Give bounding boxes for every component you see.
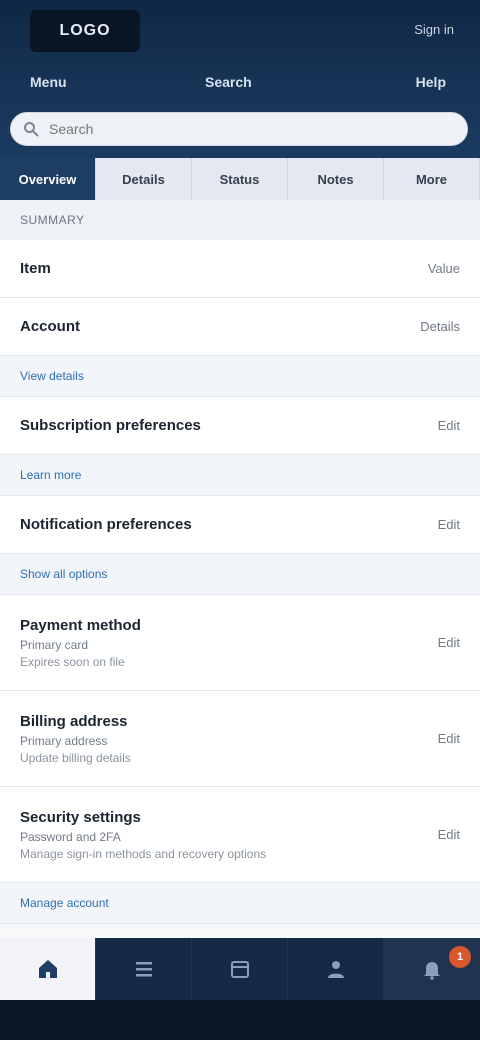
list-item-description: Expires soon on file — [20, 654, 125, 669]
notification-badge: 1 — [449, 946, 471, 968]
main-content: Summary Item Value Account Details View … — [0, 200, 480, 938]
nav-menu[interactable]: Menu — [30, 74, 67, 90]
list-item-description: Update billing details — [20, 750, 131, 765]
user-icon — [327, 961, 344, 978]
tab-overview[interactable]: Overview — [0, 158, 96, 200]
list-item[interactable]: Item Value — [0, 240, 480, 298]
list-item-title: Payment method — [20, 616, 141, 634]
list-item[interactable]: Payment method Primary card Expires soon… — [0, 595, 480, 691]
list-item[interactable]: Subscription preferences Edit — [0, 397, 480, 455]
app-root: LOGO Sign in Menu Search Help Overview D… — [0, 0, 480, 1040]
list-item[interactable]: Billing address Primary address Update b… — [0, 691, 480, 787]
view-details-link[interactable]: View details — [0, 356, 480, 397]
tab-more[interactable]: More — [384, 158, 480, 200]
tab-details[interactable]: Details — [96, 158, 192, 200]
tab-notes[interactable]: Notes — [288, 158, 384, 200]
list-item-value: Edit — [437, 418, 460, 433]
list-item-value: Edit — [437, 635, 460, 650]
list-item-subtitle: Password and 2FA — [20, 829, 121, 844]
list-item-value: Edit — [437, 827, 460, 842]
section-title: Summary — [0, 200, 480, 240]
nav-search[interactable]: Search — [205, 74, 252, 90]
manage-account-link[interactable]: Manage account — [0, 883, 480, 924]
list-item-subtitle: Primary card — [20, 637, 89, 652]
bottom-nav-notifications[interactable]: 1 — [384, 938, 480, 1000]
bottom-nav-calendar[interactable] — [192, 938, 288, 1000]
list-item-title: Item — [20, 260, 51, 277]
search-input[interactable] — [47, 120, 455, 138]
list-item[interactable]: Account Details — [0, 298, 480, 356]
list-item-value: Value — [427, 261, 460, 276]
system-nav-bar — [0, 1000, 480, 1040]
bottom-nav-list[interactable] — [96, 938, 192, 1000]
search-icon — [24, 122, 39, 137]
list-item-title: Notification preferences — [20, 516, 192, 533]
search-bar[interactable] — [10, 112, 468, 146]
list-item-title: Security settings — [20, 808, 141, 826]
bottom-nav-home[interactable] — [0, 938, 96, 1000]
calendar-icon — [230, 961, 249, 978]
list-item-value: Details — [420, 319, 460, 334]
list-item-title: Account — [20, 318, 80, 335]
show-all-link[interactable]: Show all options — [0, 554, 480, 595]
list-item[interactable]: Security settings Password and 2FA Manag… — [0, 787, 480, 883]
tab-bar: Overview Details Status Notes More — [0, 158, 480, 200]
list-item-title: Subscription preferences — [20, 417, 201, 434]
bottom-nav-profile[interactable] — [288, 938, 384, 1000]
list-item-value: Edit — [437, 731, 460, 746]
list-icon — [135, 962, 152, 977]
list-item-subtitle: Primary address — [20, 733, 108, 748]
home-icon — [38, 960, 57, 978]
header: LOGO Sign in Menu Search Help — [0, 0, 480, 160]
list-item-value: Edit — [437, 517, 460, 532]
list-item-title: Billing address — [20, 712, 128, 730]
list-item[interactable]: Notification preferences Edit — [0, 496, 480, 554]
nav-help[interactable]: Help — [416, 74, 446, 90]
sign-in-link[interactable]: Sign in — [414, 22, 454, 37]
list-item-description: Manage sign-in methods and recovery opti… — [20, 846, 267, 861]
learn-more-link[interactable]: Learn more — [0, 455, 480, 496]
tab-status[interactable]: Status — [192, 158, 288, 200]
bottom-nav: 1 — [0, 938, 480, 1000]
app-logo[interactable]: LOGO — [30, 10, 140, 52]
bell-icon — [423, 962, 440, 980]
